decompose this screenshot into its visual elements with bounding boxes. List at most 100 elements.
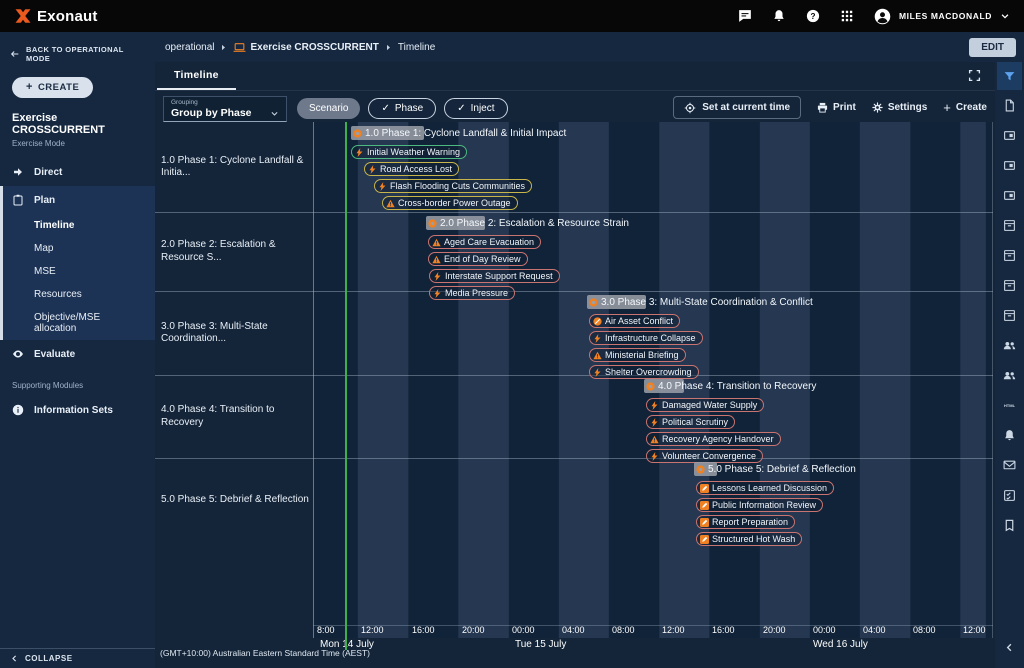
inject-pill-initial-weather-warning[interactable]: Initial Weather Warning [351, 145, 467, 159]
phase-bar-5-0-phase-5-debrief-reflection[interactable]: 5.0 Phase 5: Debrief & Reflection [696, 462, 856, 476]
inject-pill-lessons-learned-discussion[interactable]: Lessons Learned Discussion [696, 481, 834, 495]
rail-card-button[interactable] [997, 122, 1022, 148]
inject-pill-ministerial-briefing[interactable]: Ministerial Briefing [589, 348, 686, 362]
phase-bar-3-0-phase-3-multi-state-coordination-conflict[interactable]: 3.0 Phase 3: Multi-State Coordination & … [589, 295, 813, 309]
inject-pill-aged-care-evacuation[interactable]: Aged Care Evacuation [428, 235, 541, 249]
avatar-icon [874, 8, 891, 25]
user-menu[interactable]: MILES MACDONALD [874, 8, 1010, 25]
html-icon: HTML [1003, 399, 1016, 412]
sidebar-item-direct[interactable]: Direct [0, 158, 155, 186]
inject-label: Media Pressure [445, 288, 508, 298]
inject-pill-air-asset-conflict[interactable]: Air Asset Conflict [589, 314, 680, 328]
sidebar-item-map[interactable]: Map [3, 237, 155, 260]
users-icon [1003, 339, 1016, 352]
rail-card-button[interactable] [997, 182, 1022, 208]
inject-pill-recovery-agency-handover[interactable]: Recovery Agency Handover [646, 432, 781, 446]
back-to-operational-mode-button[interactable]: BACK TO OPERATIONAL MODE [0, 32, 155, 71]
archive-icon [1003, 279, 1016, 292]
filter-chip-inject[interactable]: ✓Inject [444, 98, 507, 119]
rail-html-button[interactable]: HTML [997, 392, 1022, 418]
phase-bar-2-0-phase-2-escalation-resource-strain[interactable]: 2.0 Phase 2: Escalation & Resource Strai… [428, 216, 629, 230]
edit-button[interactable]: EDIT [969, 38, 1016, 57]
rail-card-button[interactable] [997, 152, 1022, 178]
breadcrumb-item-timeline[interactable]: Timeline [398, 42, 435, 53]
rail-users-button[interactable] [997, 362, 1022, 388]
lightning-icon [378, 182, 387, 191]
phase-bar-1-0-phase-1-cyclone-landfall-initial-impact[interactable]: 1.0 Phase 1: Cyclone Landfall & Initial … [353, 126, 566, 140]
inject-pill-damaged-water-supply[interactable]: Damaged Water Supply [646, 398, 764, 412]
rail-collapse-button[interactable] [997, 636, 1022, 658]
rail-filter-button[interactable] [997, 62, 1022, 90]
inject-pill-road-access-lost[interactable]: Road Access Lost [364, 162, 459, 176]
rail-file-button[interactable] [997, 92, 1022, 118]
edit-icon [700, 518, 709, 527]
inject-label: Infrastructure Collapse [605, 333, 696, 343]
sidebar-item-information-sets[interactable]: Information Sets [0, 396, 155, 424]
rail-archive-button[interactable] [997, 212, 1022, 238]
breadcrumb-item-exercise-crosscurrent[interactable]: Exercise CROSSCURRENT [250, 42, 378, 53]
inject-pill-end-of-day-review[interactable]: End of Day Review [428, 252, 528, 266]
gear-icon [872, 102, 883, 113]
inject-pill-infrastructure-collapse[interactable]: Infrastructure Collapse [589, 331, 703, 345]
inject-pill-public-information-review[interactable]: Public Information Review [696, 498, 823, 512]
set-at-current-time-label: Set at current time [702, 102, 790, 113]
lightning-icon [593, 334, 602, 343]
exercise-mode-label: Exercise Mode [0, 136, 155, 158]
filter-chip-phase[interactable]: ✓Phase [368, 98, 436, 119]
bell-icon[interactable] [772, 9, 786, 23]
create-inject-button[interactable]: + Create [943, 101, 987, 114]
inject-pill-media-pressure[interactable]: Media Pressure [429, 286, 515, 300]
fullscreen-icon[interactable] [968, 69, 981, 87]
phase-bar-4-0-phase-4-transition-to-recovery[interactable]: 4.0 Phase 4: Transition to Recovery [646, 379, 816, 393]
sidebar-item-label: Supporting Modules [12, 381, 83, 390]
sidebar-item-resources[interactable]: Resources [3, 283, 155, 306]
sidebar-item-objective-mse-allocation[interactable]: Objective/MSE allocation [3, 306, 155, 340]
rail-bell-button[interactable] [997, 422, 1022, 448]
collapse-label: COLLAPSE [25, 654, 73, 663]
apps-icon[interactable] [840, 9, 854, 23]
edit-icon [700, 484, 709, 493]
inject-pill-interstate-support-request[interactable]: Interstate Support Request [429, 269, 560, 283]
sidebar-item-plan[interactable]: Plan [3, 186, 155, 214]
rail-form-button[interactable] [997, 482, 1022, 508]
print-button[interactable]: Print [817, 102, 856, 113]
lightning-icon [355, 148, 364, 157]
rail-users-button[interactable] [997, 332, 1022, 358]
sidebar-item-evaluate[interactable]: Evaluate [0, 340, 155, 368]
rail-mail-button[interactable] [997, 452, 1022, 478]
inject-pill-political-scrutiny[interactable]: Political Scrutiny [646, 415, 735, 429]
settings-button[interactable]: Settings [872, 102, 927, 113]
sidebar-collapse-button[interactable]: COLLAPSE [0, 648, 155, 668]
inject-pill-flash-flooding-cuts-communities[interactable]: Flash Flooding Cuts Communities [374, 179, 532, 193]
sidebar-item-label: Information Sets [34, 405, 113, 416]
rail-archive-button[interactable] [997, 302, 1022, 328]
tab-timeline[interactable]: Timeline [157, 62, 236, 90]
app-logo[interactable]: Exonaut [14, 7, 98, 25]
card-icon [1003, 159, 1016, 172]
inject-pill-structured-hot-wash[interactable]: Structured Hot Wash [696, 532, 802, 546]
phase-dot-icon [589, 298, 598, 307]
phase-dot-icon [428, 219, 437, 228]
chevron-down-icon [1000, 11, 1010, 21]
arrow-right-icon [12, 166, 24, 178]
chat-icon[interactable] [738, 9, 752, 23]
inject-pill-cross-border-power-outage[interactable]: Cross-border Power Outage [382, 196, 518, 210]
timeline-chart[interactable]: 1.0 Phase 1: Cyclone Landfall & Initial … [313, 122, 993, 638]
set-at-current-time-button[interactable]: Set at current time [673, 96, 801, 119]
rail-archive-button[interactable] [997, 242, 1022, 268]
grouping-select[interactable]: Grouping Group by Phase [163, 96, 287, 122]
sidebar-item-mse[interactable]: MSE [3, 260, 155, 283]
sidebar-item-timeline[interactable]: Timeline [3, 214, 155, 237]
inject-pill-shelter-overcrowding[interactable]: Shelter Overcrowding [589, 365, 699, 379]
rail-archive-button[interactable] [997, 272, 1022, 298]
phase-label: 4.0 Phase 4: Transition to Recovery [658, 381, 816, 392]
bell-icon [1003, 429, 1016, 442]
axis-tick: 20:00 [763, 625, 786, 635]
inject-pill-report-preparation[interactable]: Report Preparation [696, 515, 795, 529]
create-button[interactable]: + CREATE [12, 77, 93, 98]
filter-chip-scenario[interactable]: Scenario [297, 98, 360, 119]
breadcrumb-item-operational[interactable]: operational [165, 42, 214, 53]
rail-book-button[interactable] [997, 512, 1022, 538]
inject-pill-volunteer-convergence[interactable]: Volunteer Convergence [646, 449, 763, 463]
help-icon[interactable]: ? [806, 9, 820, 23]
